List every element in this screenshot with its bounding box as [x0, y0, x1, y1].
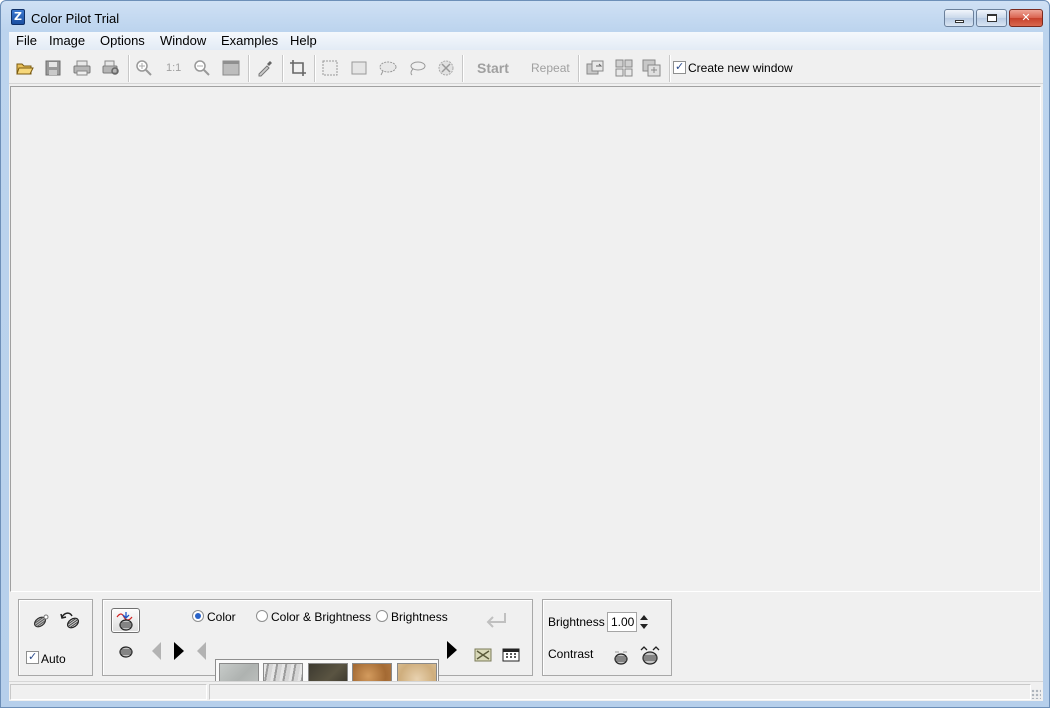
auto-correct-icon[interactable] — [59, 611, 83, 631]
color-balance-button[interactable] — [111, 608, 140, 633]
mode-color-radio[interactable] — [192, 610, 204, 622]
menu-bar: File Image Options Window Examples Help — [9, 32, 1043, 50]
prev-arrow-icon[interactable] — [196, 641, 208, 661]
save-icon[interactable] — [42, 57, 64, 79]
freehand-lasso-icon[interactable] — [406, 57, 428, 79]
lasso-icon[interactable] — [377, 57, 399, 79]
close-icon: ✕ — [1021, 11, 1031, 24]
create-new-window-label: Create new window — [688, 61, 793, 75]
zoom-out-icon[interactable] — [191, 57, 213, 79]
remove-example-icon[interactable] — [473, 646, 493, 664]
mode-brightness-radio[interactable] — [376, 610, 388, 622]
brightness-input[interactable]: 1.00 — [607, 612, 637, 632]
image-workspace[interactable] — [10, 86, 1041, 592]
app-window: Z Color Pilot Trial ✕ File Image Options… — [0, 0, 1050, 708]
mode-color-label: Color — [207, 610, 236, 624]
start-button[interactable]: Start — [477, 60, 509, 76]
print-icon[interactable] — [71, 57, 93, 79]
status-pane-left — [10, 684, 207, 700]
create-new-window-checkbox[interactable] — [673, 60, 686, 74]
app-icon: Z — [11, 9, 25, 25]
print-preview-icon[interactable] — [100, 57, 122, 79]
close-button[interactable]: ✕ — [1009, 9, 1043, 27]
status-bar — [9, 681, 1043, 701]
menu-examples[interactable]: Examples — [221, 33, 278, 48]
mode-color-brightness-label: Color & Brightness — [271, 610, 372, 624]
toolbar-separator — [314, 55, 316, 82]
toolbar-separator — [282, 55, 284, 82]
menu-options[interactable]: Options — [100, 33, 145, 48]
auto-label: Auto — [41, 652, 66, 666]
menu-help[interactable]: Help — [290, 33, 317, 48]
next-arrow-icon[interactable] — [446, 640, 458, 660]
status-pane-main — [209, 684, 1031, 700]
contrast-decrease-icon[interactable] — [612, 648, 630, 666]
select-area-icon[interactable] — [348, 57, 370, 79]
toolbar-separator — [578, 55, 580, 82]
minimize-icon — [955, 20, 964, 23]
fit-window-icon[interactable] — [220, 57, 242, 79]
menu-image[interactable]: Image — [49, 33, 85, 48]
toolbar-separator — [669, 55, 671, 82]
open-folder-icon[interactable] — [14, 57, 36, 79]
menu-file[interactable]: File — [16, 33, 37, 48]
window-title: Color Pilot Trial — [31, 11, 120, 26]
contrast-increase-icon[interactable] — [639, 644, 661, 666]
play-arrow-icon[interactable] — [173, 641, 185, 661]
maximize-button[interactable] — [976, 9, 1007, 27]
toolbar-separator — [128, 55, 130, 82]
brightness-spinner[interactable] — [639, 613, 649, 631]
brightness-contrast-panel: Brightness 1.00 Contrast — [542, 599, 672, 676]
apply-return-icon[interactable] — [483, 611, 509, 631]
maximize-icon — [987, 14, 997, 22]
mode-brightness-label: Brightness — [391, 610, 448, 624]
toolbar-separator — [248, 55, 250, 82]
client-area: File Image Options Window Examples Help — [9, 32, 1043, 701]
clear-selection-icon[interactable] — [435, 57, 457, 79]
crop-icon[interactable] — [287, 57, 309, 79]
auto-panel: Auto — [18, 599, 93, 676]
mode-color-brightness-radio[interactable] — [256, 610, 268, 622]
before-after-icon[interactable] — [584, 57, 606, 79]
auto-checkbox[interactable] — [26, 650, 39, 664]
toolbar-separator — [462, 55, 464, 82]
zoom-1to1-button[interactable]: 1:1 — [166, 62, 181, 74]
resize-grip-icon[interactable] — [1031, 689, 1041, 699]
first-arrow-icon[interactable] — [151, 641, 163, 661]
eyedropper-icon[interactable] — [254, 57, 276, 79]
menu-window[interactable]: Window — [160, 33, 206, 48]
remove-cast-icon[interactable] — [30, 613, 50, 631]
select-rectangle-icon[interactable] — [319, 57, 341, 79]
minimize-button[interactable] — [944, 9, 974, 27]
examples-grid-icon[interactable] — [501, 646, 521, 664]
compare-window-icon[interactable] — [641, 57, 663, 79]
color-barrel-icon[interactable] — [117, 644, 135, 660]
repeat-button[interactable]: Repeat — [531, 61, 570, 75]
brightness-label: Brightness — [548, 615, 605, 629]
zoom-in-icon[interactable] — [133, 57, 155, 79]
toolbar: 1:1 Start Repeat ✓ Create new window — [9, 51, 1043, 84]
contrast-label: Contrast — [548, 647, 594, 661]
title-bar[interactable]: Z Color Pilot Trial ✕ — [1, 1, 1049, 32]
split-view-icon[interactable] — [613, 57, 635, 79]
